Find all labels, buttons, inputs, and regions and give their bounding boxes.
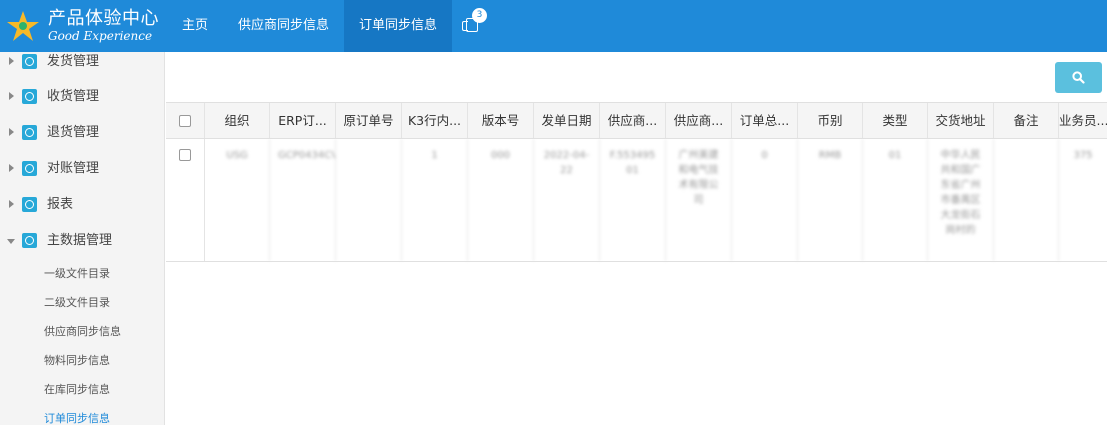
logo-title: 产品体验中心 <box>48 8 159 29</box>
column-header[interactable]: 备注 <box>994 103 1059 138</box>
table-cell <box>994 139 1059 261</box>
sidebar-item-stock-sync[interactable]: 在库同步信息 <box>0 375 164 404</box>
sidebar-item-order-sync[interactable]: 订单同步信息 <box>0 404 164 425</box>
sidebar-group-label: 报表 <box>47 197 74 212</box>
nav-home[interactable]: 主页 <box>167 0 223 52</box>
search-button[interactable] <box>1055 62 1102 93</box>
sidebar-item-material-sync[interactable]: 物料同步信息 <box>0 346 164 375</box>
nav-order-sync[interactable]: 订单同步信息 <box>344 0 453 52</box>
table-cell: 2022-04-22 <box>534 139 600 261</box>
logo-subtitle: Good Experience <box>48 29 153 43</box>
sidebar-group-label: 退货管理 <box>47 125 100 140</box>
caret-right-icon <box>9 128 14 136</box>
sidebar-group-shipping[interactable]: 发货管理 <box>0 52 164 80</box>
table-cell <box>336 139 402 261</box>
caret-right-icon <box>9 92 14 100</box>
column-header[interactable]: 供应商... <box>600 103 666 138</box>
column-header[interactable]: 组织 <box>205 103 270 138</box>
order-sync-table: 组织 ERP订... 原订单号 K3行内... 版本号 发单日期 供应商... … <box>166 102 1107 262</box>
sidebar-group-label: 主数据管理 <box>47 233 113 248</box>
table-cell: 中华人民共和国广东省广州市番禺区大龙街石岗村的 <box>928 139 994 261</box>
column-header[interactable]: 交货地址 <box>928 103 994 138</box>
sidebar-group-returns[interactable]: 退货管理 <box>0 115 164 151</box>
column-header[interactable]: 币别 <box>798 103 863 138</box>
table-cell: RMB <box>798 139 863 261</box>
logo[interactable]: 产品体验中心 Good Experience <box>6 8 166 44</box>
table-cell: USG <box>205 139 270 261</box>
column-header[interactable]: 订单总... <box>732 103 798 138</box>
sidebar-group-master-data[interactable]: 主数据管理 <box>0 223 164 259</box>
column-header[interactable]: 原订单号 <box>336 103 402 138</box>
row-checkbox[interactable] <box>179 149 191 161</box>
sidebar-group-reconciliation[interactable]: 对账管理 <box>0 151 164 187</box>
column-header[interactable]: 类型 <box>863 103 928 138</box>
tab-count-badge: 3 <box>472 8 488 23</box>
table-cell: F.55349501 <box>600 139 666 261</box>
column-header[interactable]: ERP订... <box>270 103 336 138</box>
column-header[interactable]: 业务员... <box>1059 103 1107 138</box>
table-cell: 000 <box>468 139 534 261</box>
windows-tab-button[interactable]: 3 <box>452 0 498 52</box>
module-icon <box>22 89 37 104</box>
column-header[interactable]: 供应商... <box>666 103 732 138</box>
table-row[interactable]: USG GCP0434CV055 1 000 2022-04-22 F.5534… <box>166 139 1107 262</box>
caret-right-icon <box>9 57 14 65</box>
table-cell: GCP0434CV055 <box>270 139 336 261</box>
table-header-row: 组织 ERP订... 原订单号 K3行内... 版本号 发单日期 供应商... … <box>166 102 1107 139</box>
table-cell: 0 <box>732 139 798 261</box>
table-cell: 广州美建和电气技术有限公司 <box>666 139 732 261</box>
sidebar-group-label: 对账管理 <box>47 161 100 176</box>
column-header[interactable]: 版本号 <box>468 103 534 138</box>
select-all-cell <box>166 103 205 138</box>
sidebar-group-label: 发货管理 <box>47 54 100 69</box>
sidebar-item-supplier-sync[interactable]: 供应商同步信息 <box>0 317 164 346</box>
module-icon <box>22 233 37 248</box>
sidebar: 发货管理 收货管理 退货管理 对账管理 报表 主数据管理 一级文件目录 二级文件… <box>0 52 165 425</box>
sidebar-group-receiving[interactable]: 收货管理 <box>0 79 164 115</box>
caret-down-icon <box>7 239 15 244</box>
toolbar <box>166 52 1107 102</box>
module-icon <box>22 125 37 140</box>
column-header[interactable]: K3行内... <box>402 103 468 138</box>
table-cell: 375 <box>1073 150 1093 161</box>
caret-right-icon <box>9 164 14 172</box>
sidebar-group-label: 收货管理 <box>47 89 100 104</box>
module-icon <box>22 54 37 69</box>
module-icon <box>22 161 37 176</box>
table-cell: 01 <box>863 139 928 261</box>
caret-right-icon <box>9 200 14 208</box>
select-all-checkbox[interactable] <box>179 114 191 127</box>
top-header: 产品体验中心 Good Experience 主页 供应商同步信息 订单同步信息… <box>0 0 1107 52</box>
star-logo-icon <box>7 11 39 41</box>
table-cell: 1 <box>402 139 468 261</box>
search-icon <box>1072 71 1085 84</box>
sidebar-item-level1-dir[interactable]: 一级文件目录 <box>0 259 164 288</box>
row-select-cell <box>166 139 205 261</box>
nav-supplier-sync[interactable]: 供应商同步信息 <box>223 0 344 52</box>
module-icon <box>22 197 37 212</box>
top-nav: 主页 供应商同步信息 订单同步信息 3 <box>167 0 498 52</box>
sidebar-group-reports[interactable]: 报表 <box>0 187 164 223</box>
sidebar-item-level2-dir[interactable]: 二级文件目录 <box>0 288 164 317</box>
column-header[interactable]: 发单日期 <box>534 103 600 138</box>
